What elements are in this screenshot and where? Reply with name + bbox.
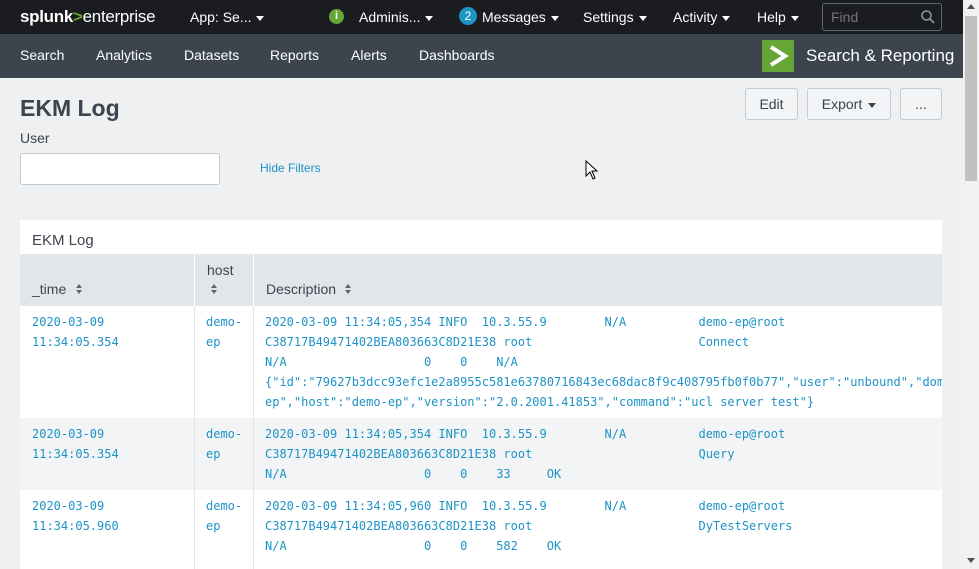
nav-item-alerts[interactable]: Alerts [351,47,387,63]
column-divider [194,418,195,490]
description-line[interactable]: C38717B49471402BEA803663C8D21E38 root Co… [265,332,749,352]
host-cell-cont[interactable]: ep [206,444,220,464]
host-cell[interactable]: demo- [206,496,242,516]
ekm-log-panel: EKM Log _time host Description 2020-03-0… [20,220,942,569]
description-line[interactable]: C38717B49471402BEA803663C8D21E38 root Qu… [265,444,735,464]
column-header-host[interactable]: host [207,254,253,306]
nav-item-dashboards[interactable]: Dashboards [419,47,495,63]
chevron-down-icon [550,15,559,21]
sort-icon [211,284,217,294]
nav-item-analytics[interactable]: Analytics [96,47,152,63]
column-divider [253,254,254,306]
user-filter-input[interactable] [20,153,220,185]
admin-menu-label: Adminis... [359,9,421,25]
column-header-description-label: Description [266,281,337,297]
export-button-label: Export [821,96,863,112]
time-cell-clock[interactable]: 11:34:05.354 [32,444,119,464]
nav-item-search[interactable]: Search [20,47,64,63]
activity-menu[interactable]: Activity [673,9,731,25]
chevron-down-icon [425,15,434,21]
time-cell-date[interactable]: 2020-03-09 [32,496,104,516]
splunk-logo[interactable]: splunk>enterprise [20,7,156,27]
hide-filters-link[interactable]: Hide Filters [260,161,321,175]
column-header-description[interactable]: Description [266,254,926,306]
description-line[interactable]: N/A 0 0 N/A [265,352,518,372]
column-divider [253,306,254,418]
messages-menu-label: Messages [482,9,546,25]
settings-menu[interactable]: Settings [583,9,647,25]
app-logo-icon [762,40,794,72]
column-header-time[interactable]: _time [32,254,192,306]
more-actions-button[interactable]: ... [900,88,942,120]
host-cell-cont[interactable]: ep [206,332,220,352]
description-line[interactable]: N/A 0 0 33 OK [265,464,561,484]
scroll-down-arrow-icon[interactable] [967,558,975,563]
user-filter-label: User [20,130,50,146]
admin-menu[interactable]: Adminis... [359,9,434,25]
nav-item-reports[interactable]: Reports [270,47,319,63]
column-divider [253,490,254,569]
time-cell-date[interactable]: 2020-03-09 [32,424,104,444]
description-line[interactable]: N/A 0 0 582 OK [265,536,561,556]
time-cell-clock[interactable]: 11:34:05.354 [32,332,119,352]
column-header-time-label: _time [32,281,67,297]
table-row: 2020-03-09 11:34:05.960 demo- ep 2020-03… [20,490,942,569]
host-cell[interactable]: demo- [206,424,242,444]
edit-button[interactable]: Edit [745,88,798,120]
chevron-down-icon [790,15,799,21]
logo-gt-text: > [73,7,83,26]
search-icon[interactable] [920,9,936,25]
scroll-up-arrow-icon[interactable] [967,4,975,9]
description-line[interactable]: C38717B49471402BEA803663C8D21E38 root Dy… [265,516,792,536]
column-header-host-label: host [207,262,234,278]
description-line[interactable]: 2020-03-09 11:34:05,354 INFO 10.3.55.9 N… [265,312,785,332]
scrollbar-thumb[interactable] [965,16,977,181]
table-row: 2020-03-09 11:34:05.354 demo- ep 2020-03… [20,306,942,418]
column-divider [253,418,254,490]
sort-icon [345,284,351,294]
chevron-down-icon [722,15,731,21]
top-bar: splunk>enterprise App: Se... i Adminis..… [0,0,963,34]
description-line[interactable]: {"id":"79627b3dcc93efc1e2a8955c581e63780… [265,372,942,392]
info-icon[interactable]: i [329,9,344,24]
messages-menu[interactable]: Messages [482,9,559,25]
chevron-down-icon [256,15,265,21]
app-title[interactable]: Search & Reporting [806,46,954,66]
messages-count-badge[interactable]: 2 [459,7,477,25]
table-row: 2020-03-09 11:34:05.354 demo- ep 2020-03… [20,418,942,490]
app-menu-label: App: Se... [190,9,252,25]
app-nav-bar: Search Analytics Datasets Reports Alerts… [0,34,963,78]
host-cell[interactable]: demo- [206,312,242,332]
description-line[interactable]: 2020-03-09 11:34:05,960 INFO 10.3.55.9 N… [265,496,785,516]
column-divider [194,254,195,306]
settings-menu-label: Settings [583,9,634,25]
host-cell-cont[interactable]: ep [206,516,220,536]
logo-enterprise-text: enterprise [82,7,156,26]
column-divider [194,490,195,569]
mouse-cursor-icon [585,160,599,180]
panel-title: EKM Log [32,232,94,249]
time-cell-date[interactable]: 2020-03-09 [32,312,104,332]
chevron-down-icon [638,15,647,21]
sort-icon [76,284,82,294]
app-menu[interactable]: App: Se... [190,9,265,25]
export-button[interactable]: Export [807,88,891,120]
activity-menu-label: Activity [673,9,718,25]
logo-splunk-text: splunk [20,7,73,26]
help-menu[interactable]: Help [757,9,799,25]
chevron-down-icon [868,102,877,108]
help-menu-label: Help [757,9,786,25]
table-header: _time host Description [20,254,942,306]
description-line[interactable]: 2020-03-09 11:34:05,354 INFO 10.3.55.9 N… [265,424,785,444]
time-cell-clock[interactable]: 11:34:05.960 [32,516,119,536]
page-title: EKM Log [20,95,120,121]
description-line[interactable]: ep","host":"demo-ep","version":"2.0.2001… [265,392,814,412]
nav-item-datasets[interactable]: Datasets [184,47,239,63]
column-divider [194,306,195,418]
